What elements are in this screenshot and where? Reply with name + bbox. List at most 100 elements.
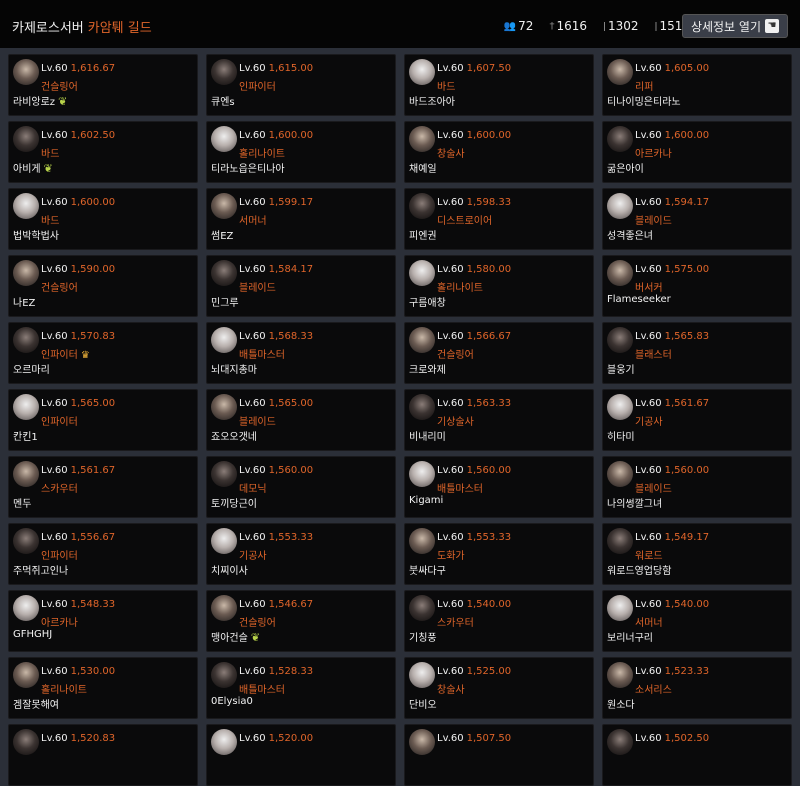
member-card[interactable]: Lv.60 1,616.67 건슬링어 라비앙로z ❦ — [8, 54, 198, 116]
member-card[interactable]: Lv.60 1,568.33 배틀마스터 뇌대지총마 — [206, 322, 396, 384]
member-card[interactable]: Lv.60 1,566.67 건슬링어 크로와제 — [404, 322, 594, 384]
member-card[interactable]: Lv.60 1,540.00 서머너 보리너구리 — [602, 590, 792, 652]
level-line: Lv.60 1,553.33 — [239, 532, 313, 543]
member-card[interactable]: Lv.60 1,507.50 — [404, 724, 594, 786]
member-card[interactable]: Lv.60 1,602.50 바드 아비게 ❦ — [8, 121, 198, 183]
item-level: 1,565.00 — [70, 398, 116, 409]
avatar — [211, 126, 237, 152]
member-card[interactable]: Lv.60 1,553.33 도화가 붓싸다구 — [404, 523, 594, 585]
avatar — [409, 59, 435, 85]
member-card[interactable]: Lv.60 1,553.33 기공사 치찌이사 — [206, 523, 396, 585]
member-card[interactable]: Lv.60 1,549.17 워로드 워로드영업당함 — [602, 523, 792, 585]
character-level: Lv.60 — [239, 197, 266, 208]
member-card[interactable]: Lv.60 1,580.00 홀리나이트 구름애창 — [404, 255, 594, 317]
member-card[interactable]: Lv.60 1,530.00 홀리나이트 겜잘못해여 — [8, 657, 198, 719]
level-line: Lv.60 1,546.67 — [239, 599, 313, 610]
avatar — [409, 461, 435, 487]
member-card[interactable]: Lv.60 1,561.67 기공사 히타미 — [602, 389, 792, 451]
item-level: 1,599.17 — [268, 197, 314, 208]
avatar — [211, 528, 237, 554]
avatar — [607, 59, 633, 85]
level-line: Lv.60 1,525.00 — [437, 666, 511, 677]
character-class: 바드 — [41, 149, 60, 160]
character-level: Lv.60 — [41, 532, 68, 543]
level-line: Lv.60 1,580.00 — [437, 264, 511, 275]
member-card[interactable]: Lv.60 1,598.33 디스트로이어 피엔권 — [404, 188, 594, 250]
member-card[interactable]: Lv.60 1,575.00 버서커 Flameseeker — [602, 255, 792, 317]
member-card[interactable]: Lv.60 1,548.33 아르카나 GFHGHJ — [8, 590, 198, 652]
level-line: Lv.60 1,520.83 — [41, 733, 115, 744]
item-level: 1,548.33 — [70, 599, 116, 610]
member-card[interactable]: Lv.60 1,528.33 배틀마스터 0Elysia0 — [206, 657, 396, 719]
item-level: 1,615.00 — [268, 63, 314, 74]
level-line: Lv.60 1,520.00 — [239, 733, 313, 744]
avatar — [409, 327, 435, 353]
character-class: 도화가 — [437, 551, 465, 562]
member-card[interactable]: Lv.60 1,556.67 인파이터 주먹쥐고인나 — [8, 523, 198, 585]
member-card[interactable]: Lv.60 1,600.00 홀리나이트 티라노읍은티나아 — [206, 121, 396, 183]
level-line: Lv.60 1,540.00 — [635, 599, 709, 610]
guild-stats: 👥 72 † 1616 ǀ 1302 ǀ 1518 — [504, 19, 690, 33]
character-class: 건슬링어 — [41, 283, 78, 294]
member-card[interactable]: Lv.60 1,565.83 블래스터 블웅기 — [602, 322, 792, 384]
member-card[interactable]: Lv.60 1,599.17 서머너 썸EZ — [206, 188, 396, 250]
member-card[interactable]: Lv.60 1,560.00 배틀마스터 Kigami — [404, 456, 594, 518]
item-level: 1,561.67 — [70, 465, 116, 476]
member-card[interactable]: Lv.60 1,615.00 인파이터 큐엔s — [206, 54, 396, 116]
member-card[interactable]: Lv.60 1,560.00 데모닉 토끼당근이 — [206, 456, 396, 518]
avatar — [409, 729, 435, 755]
avatar — [13, 595, 39, 621]
level-line: Lv.60 1,584.17 — [239, 264, 313, 275]
character-name: 아비게 ❦ — [13, 162, 53, 175]
member-card[interactable]: Lv.60 1,590.00 건슬링어나EZ — [8, 255, 198, 317]
character-level: Lv.60 — [41, 331, 68, 342]
character-level: Lv.60 — [41, 666, 68, 677]
avatar — [211, 662, 237, 688]
character-level: Lv.60 — [635, 666, 662, 677]
member-card[interactable]: Lv.60 1,570.83 인파이터 ♛ 오르마리 — [8, 322, 198, 384]
item-level: 1,605.00 — [664, 63, 710, 74]
character-name: 나의썽깔그녀 — [607, 499, 663, 510]
member-card[interactable]: Lv.60 1,525.00 창술사 단비오 — [404, 657, 594, 719]
member-card[interactable]: Lv.60 1,561.67 스카우터 멘두 — [8, 456, 198, 518]
guild-name: 카암퉤 길드 — [87, 21, 152, 36]
member-card[interactable]: Lv.60 1,520.00 — [206, 724, 396, 786]
item-level: 1,565.83 — [664, 331, 710, 342]
member-card[interactable]: Lv.60 1,520.83 — [8, 724, 198, 786]
item-level: 1,600.00 — [70, 197, 116, 208]
member-card[interactable]: Lv.60 1,523.33 소서리스 원소다 — [602, 657, 792, 719]
character-level: Lv.60 — [239, 666, 266, 677]
level-line: Lv.60 1,553.33 — [437, 532, 511, 543]
character-level: Lv.60 — [239, 331, 266, 342]
member-card[interactable]: Lv.60 1,600.00 창술사 채예일 — [404, 121, 594, 183]
character-name: 크로와제 — [409, 365, 446, 376]
member-card[interactable]: Lv.60 1,565.00 인파이터 칸킨1 — [8, 389, 198, 451]
character-level: Lv.60 — [239, 599, 266, 610]
level-line: Lv.60 1,561.67 — [635, 398, 709, 409]
avatar — [607, 461, 633, 487]
character-level: Lv.60 — [635, 733, 662, 744]
member-card[interactable]: Lv.60 1,546.67 건슬링어 맹아건슬 ❦ — [206, 590, 396, 652]
member-card[interactable]: Lv.60 1,563.33 기상술사 비내리미 — [404, 389, 594, 451]
character-name: 나EZ — [13, 298, 36, 309]
member-card[interactable]: Lv.60 1,584.17 블레이드 민그루 — [206, 255, 396, 317]
member-card[interactable]: Lv.60 1,565.00 블레이드 죠오오갯네 — [206, 389, 396, 451]
character-class: 바드 — [41, 216, 60, 227]
member-card[interactable]: Lv.60 1,600.00 바드 법박학법사 — [8, 188, 198, 250]
member-card[interactable]: Lv.60 1,600.00 아르카나 굶은아이 — [602, 121, 792, 183]
item-level: 1,560.00 — [268, 465, 314, 476]
item-level: 1,560.00 — [466, 465, 512, 476]
member-card[interactable]: Lv.60 1,594.17 블레이드 성격좋은녀 — [602, 188, 792, 250]
stat-dagger: ǀ 1302 — [603, 19, 639, 33]
level-line: Lv.60 1,590.00 — [41, 264, 115, 275]
level-line: Lv.60 1,565.00 — [239, 398, 313, 409]
character-level: Lv.60 — [635, 465, 662, 476]
item-level: 1,580.00 — [466, 264, 512, 275]
member-card[interactable]: Lv.60 1,540.00 스카우터 기칭풍 — [404, 590, 594, 652]
member-card[interactable]: Lv.60 1,605.00 리퍼 티나이밍은티라노 — [602, 54, 792, 116]
detail-open-button[interactable]: 상세정보 열기 ☚ — [681, 14, 788, 38]
member-card[interactable]: Lv.60 1,607.50 바드 바드조아아 — [404, 54, 594, 116]
hand-icon: ☚ — [765, 19, 779, 33]
member-card[interactable]: Lv.60 1,502.50 — [602, 724, 792, 786]
member-card[interactable]: Lv.60 1,560.00 블레이드 나의썽깔그녀 — [602, 456, 792, 518]
